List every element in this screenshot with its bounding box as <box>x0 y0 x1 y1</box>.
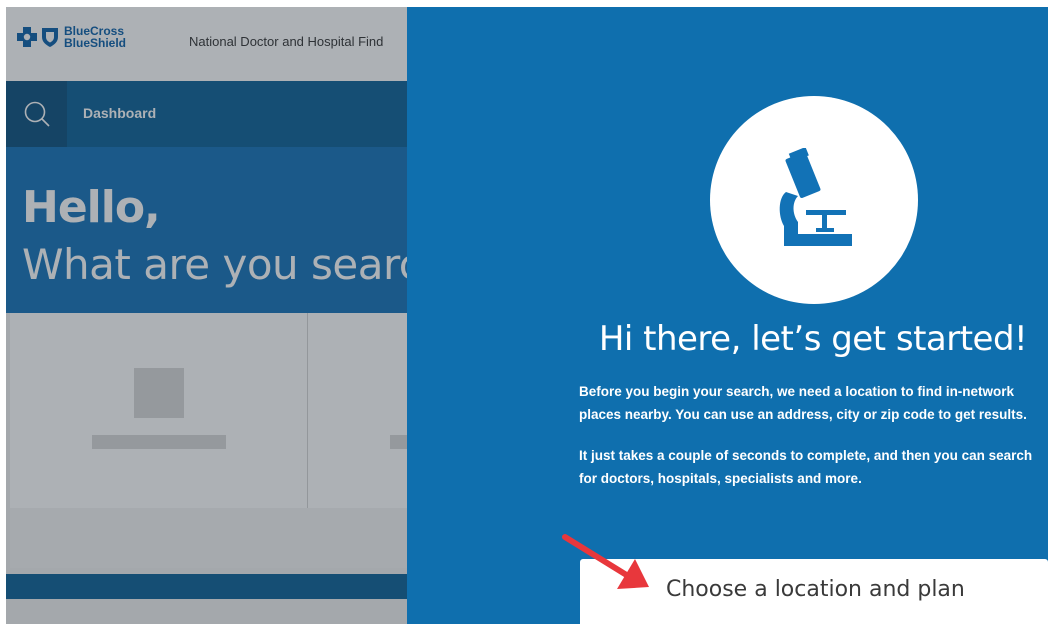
get-started-modal: Hi there, let’s get started! Before you … <box>407 7 1048 624</box>
modal-icon-circle <box>710 96 918 304</box>
modal-heading: Hi there, let’s get started! <box>598 319 1028 359</box>
modal-backdrop[interactable] <box>6 7 407 624</box>
choose-location-label: Choose a location and plan <box>666 577 965 602</box>
background-page: BlueCross BlueShield National Doctor and… <box>6 7 422 624</box>
microscope-icon <box>779 148 852 246</box>
modal-intro-text: Before you begin your search, we need a … <box>579 384 1027 422</box>
choose-location-button[interactable]: Choose a location and plan <box>580 559 1048 624</box>
modal-detail-text: It just takes a couple of seconds to com… <box>579 448 1033 486</box>
app-window: BlueCross BlueShield National Doctor and… <box>6 7 1048 624</box>
